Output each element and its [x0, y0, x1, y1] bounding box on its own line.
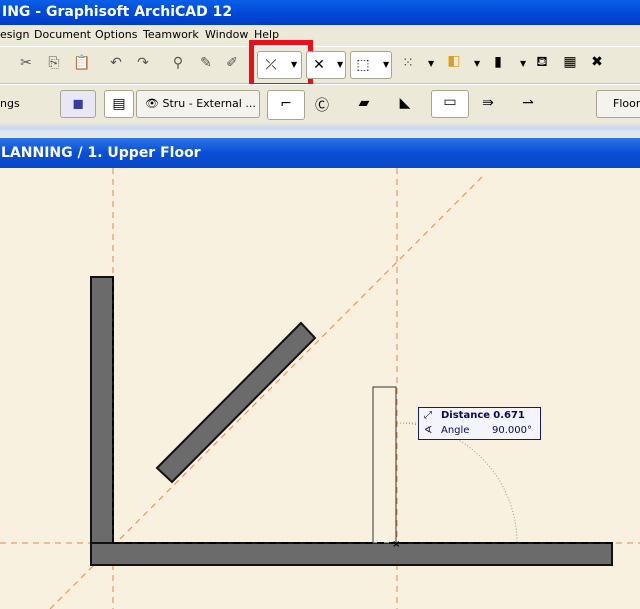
chevron-down-icon[interactable]: ▼	[474, 59, 480, 68]
angle-arc	[396, 422, 518, 544]
chevron-down-icon[interactable]: ▼	[428, 59, 434, 68]
wall-trapezoid-icon[interactable]: ◣	[395, 95, 415, 111]
syringe-icon[interactable]: ✐	[222, 55, 242, 71]
reference-line-icon[interactable]: Ⓒ	[312, 95, 332, 115]
wall-diagonal[interactable]	[155, 321, 317, 484]
tracker-tooltip: ⤢ Distance 0.671 ∢ Angle 90.000°	[418, 407, 541, 440]
wall-preview[interactable]	[372, 386, 397, 544]
close-icon[interactable]: ✖	[587, 54, 607, 70]
info-toolbar: ngs ◼ ▤ 👁 Stru - External ... ⌐ Ⓒ ▰ ◣ ▭ …	[0, 84, 640, 124]
plan-drawing: ×	[0, 168, 640, 609]
ref-line-center-icon[interactable]: ⇛	[478, 95, 498, 111]
floor-button[interactable]: Floor	[596, 90, 640, 118]
wall-3d-button[interactable]: ◼	[60, 90, 96, 118]
find-select-icon[interactable]: ⚲	[168, 55, 188, 71]
window-title: ING - Graphisoft ArchiCAD 12	[2, 4, 233, 20]
snap-icon: ✕	[313, 57, 325, 73]
eye-icon: 👁	[145, 97, 159, 110]
chevron-down-icon[interactable]: ▼	[520, 59, 526, 68]
layer-select[interactable]: 👁 Stru - External ...	[136, 90, 260, 118]
wall-horizontal[interactable]	[90, 542, 613, 566]
gravity-icon[interactable]: ▮	[488, 54, 508, 70]
menu-teamwork[interactable]: Teamwork	[143, 25, 199, 45]
distance-value[interactable]: 0.671	[493, 410, 525, 421]
layer-select-value: Stru - External ...	[162, 97, 256, 110]
layer-button[interactable]: ▤	[104, 90, 134, 118]
eyedropper-icon[interactable]: ✎	[196, 55, 216, 71]
menu-design[interactable]: esign	[0, 25, 30, 45]
menu-document[interactable]: Document	[34, 25, 91, 45]
copy-icon[interactable]: ⎘	[44, 55, 64, 71]
distance-icon: ⤢	[424, 410, 432, 421]
geometry-method-button[interactable]: ⌐	[267, 90, 305, 120]
floor-button-label: Floor	[613, 97, 640, 110]
step-icon: ⌐	[280, 96, 292, 112]
angle-label: Angle	[441, 425, 470, 436]
angle-value[interactable]: 90.000°	[492, 423, 532, 438]
ref-line-inside-icon[interactable]: ⇀	[518, 95, 538, 111]
distance-label: Distance	[441, 410, 491, 421]
menu-bar: esign Document Options Teamwork Window H…	[0, 25, 640, 45]
menu-options[interactable]: Options	[95, 25, 137, 45]
chevron-down-icon[interactable]: ▼	[337, 60, 343, 69]
grid-icon[interactable]: ⁙	[398, 55, 418, 71]
redo-icon[interactable]: ↷	[133, 55, 153, 71]
paste-icon[interactable]: 📋	[72, 55, 92, 71]
angle-icon: ∢	[424, 425, 433, 436]
layers-icon[interactable]: ◧	[444, 53, 464, 69]
chevron-down-icon[interactable]: ▼	[383, 60, 389, 69]
floor-plan-canvas[interactable]: × ⤢ Distance 0.671 ∢ Angle 90.000°	[0, 168, 640, 609]
reference-outside-button[interactable]: ▭	[431, 90, 469, 118]
selection-button[interactable]: ⬚ ▼	[350, 51, 392, 79]
selection-icon: ⬚	[356, 57, 370, 73]
cut-icon[interactable]: ✂	[16, 55, 36, 71]
highlight-box	[249, 40, 313, 88]
document-title: LANNING / 1. Upper Floor	[1, 145, 201, 161]
wall-icon: ◼	[72, 96, 84, 112]
window-title-bar: ING - Graphisoft ArchiCAD 12	[0, 0, 640, 25]
wall-vertical[interactable]	[90, 276, 114, 566]
wall-straight-icon[interactable]: ▰	[354, 95, 374, 111]
menu-window[interactable]: Window	[205, 25, 248, 45]
standard-toolbar: ✂ ⎘ 📋 ↶ ↷ ⚲ ✎ ✐ ⤫ ▼ ✕ ▼ ⬚ ▼ ⁙ ▼ ◧ ▼ ▮ ▼ …	[0, 40, 640, 88]
snap-button[interactable]: ✕ ▼	[306, 51, 346, 79]
ruler-icon[interactable]: ▦	[560, 54, 580, 70]
toolbar-divider	[0, 122, 640, 138]
undo-icon[interactable]: ↶	[106, 55, 126, 71]
elevation-icon[interactable]: ⛾	[532, 54, 552, 72]
cursor-x-icon: ×	[392, 539, 400, 550]
layers-icon: ▤	[112, 96, 126, 112]
ref-line-outside-icon: ▭	[443, 94, 457, 110]
settings-label: ngs	[0, 97, 20, 110]
document-title-bar: LANNING / 1. Upper Floor	[0, 138, 640, 168]
